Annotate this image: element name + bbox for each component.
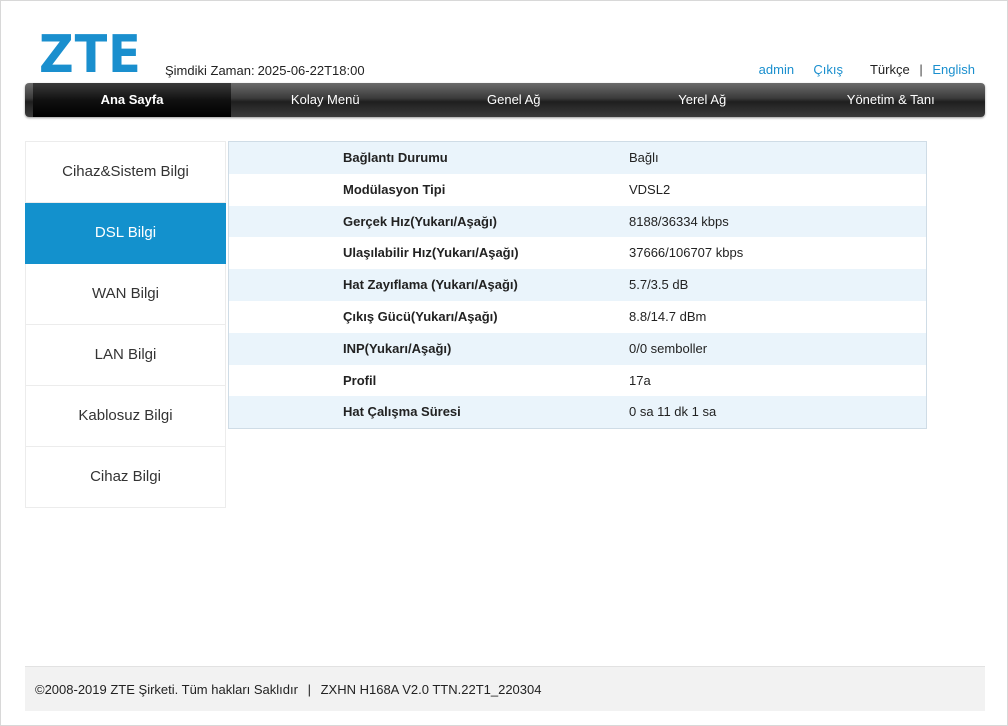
sidebar-item-cihaz[interactable]: Cihaz Bilgi xyxy=(25,447,226,508)
zte-logo: ZTE xyxy=(39,25,142,85)
sidebar-item-kablosuz[interactable]: Kablosuz Bilgi xyxy=(25,386,226,447)
lang-separator: | xyxy=(919,62,923,77)
nav-genel-ag[interactable]: Genel Ağ xyxy=(420,83,609,117)
row-label: Modülasyon Tipi xyxy=(343,181,446,197)
row-label: Hat Çalışma Süresi xyxy=(343,404,461,420)
page-frame: ZTE Şimdiki Zaman: 2025-06-22T18:00 admin… xyxy=(0,0,1008,726)
table-row: Bağlantı Durumu Bağlı xyxy=(229,142,926,174)
row-label: Gerçek Hız(Yukarı/Aşağı) xyxy=(343,213,497,229)
nav-yerel-ag[interactable]: Yerel Ağ xyxy=(608,83,797,117)
top-links: admin Çıkış Türkçe | English xyxy=(759,62,975,77)
row-value: 8.8/14.7 dBm xyxy=(629,308,707,324)
time-value: 2025-06-22T18:00 xyxy=(257,63,365,78)
main-nav: Ana Sayfa Kolay Menü Genel Ağ Yerel Ağ Y… xyxy=(25,83,985,117)
nav-yonetim-tani[interactable]: Yönetim & Tanı xyxy=(797,83,986,117)
row-label: INP(Yukarı/Aşağı) xyxy=(343,340,452,356)
table-row: Gerçek Hız(Yukarı/Aşağı) 8188/36334 kbps xyxy=(229,205,926,238)
row-value: 5.7/3.5 dB xyxy=(629,277,689,293)
current-time: Şimdiki Zaman: 2025-06-22T18:00 xyxy=(165,63,368,78)
row-value: 37666/106707 kbps xyxy=(629,245,744,261)
table-row: Çıkış Gücü(Yukarı/Aşağı) 8.8/14.7 dBm xyxy=(229,300,926,333)
nav-ana-sayfa[interactable]: Ana Sayfa xyxy=(33,83,231,117)
row-value: 17a xyxy=(629,372,651,388)
footer-separator: | xyxy=(307,682,311,697)
dsl-info-table: Bağlantı Durumu Bağlı Modülasyon Tipi VDSL… xyxy=(228,141,927,430)
row-label: Ulaşılabilir Hız(Yukarı/Aşağı) xyxy=(343,245,519,261)
row-label: Çıkış Gücü(Yukarı/Aşağı) xyxy=(343,308,498,324)
admin-link[interactable]: admin xyxy=(759,62,794,77)
row-label: Hat Zayıflama (Yukarı/Aşağı) xyxy=(343,277,518,293)
sidebar-item-cihaz-sistem[interactable]: Cihaz&Sistem Bilgi xyxy=(25,141,226,203)
row-value: VDSL2 xyxy=(629,181,671,197)
sidebar-item-lan[interactable]: LAN Bilgi xyxy=(25,325,226,386)
row-label: Profil xyxy=(343,372,377,388)
table-row: Modülasyon Tipi VDSL2 xyxy=(229,173,926,206)
lang-turkish[interactable]: Türkçe xyxy=(870,62,910,77)
row-label: Bağlantı Durumu xyxy=(343,150,448,165)
footer: ©2008-2019 ZTE Şirketi. Tüm hakları Sakl… xyxy=(25,666,985,711)
sidebar-item-wan[interactable]: WAN Bilgi xyxy=(25,264,226,325)
table-row: Hat Zayıflama (Yukarı/Aşağı) 5.7/3.5 dB xyxy=(229,269,926,301)
sidebar: Cihaz&Sistem Bilgi DSL Bilgi WAN Bilgi L… xyxy=(25,141,226,508)
row-value: Bağlı xyxy=(629,150,659,165)
time-label: Şimdiki Zaman: xyxy=(165,63,255,78)
row-value: 8188/36334 kbps xyxy=(629,213,729,229)
nav-kolay-menu[interactable]: Kolay Menü xyxy=(231,83,420,117)
copyright-text: ©2008-2019 ZTE Şirketi. Tüm hakları Sakl… xyxy=(35,682,298,697)
logout-link[interactable]: Çıkış xyxy=(813,62,843,77)
table-row: Ulaşılabilir Hız(Yukarı/Aşağı) 37666/1067… xyxy=(229,237,926,270)
table-row: Hat Çalışma Süresi 0 sa 11 dk 1 sa xyxy=(229,396,926,429)
model-version: ZXHN H168A V2.0 TTN.22T1_220304 xyxy=(320,682,542,697)
row-value: 0/0 semboller xyxy=(629,340,708,356)
row-value: 0 sa 11 dk 1 sa xyxy=(629,404,717,420)
sidebar-item-dsl[interactable]: DSL Bilgi xyxy=(25,203,226,264)
table-row: Profil 17a xyxy=(229,364,926,397)
table-row: INP(Yukarı/Aşağı) 0/0 semboller xyxy=(229,332,926,365)
lang-english[interactable]: English xyxy=(932,62,975,77)
